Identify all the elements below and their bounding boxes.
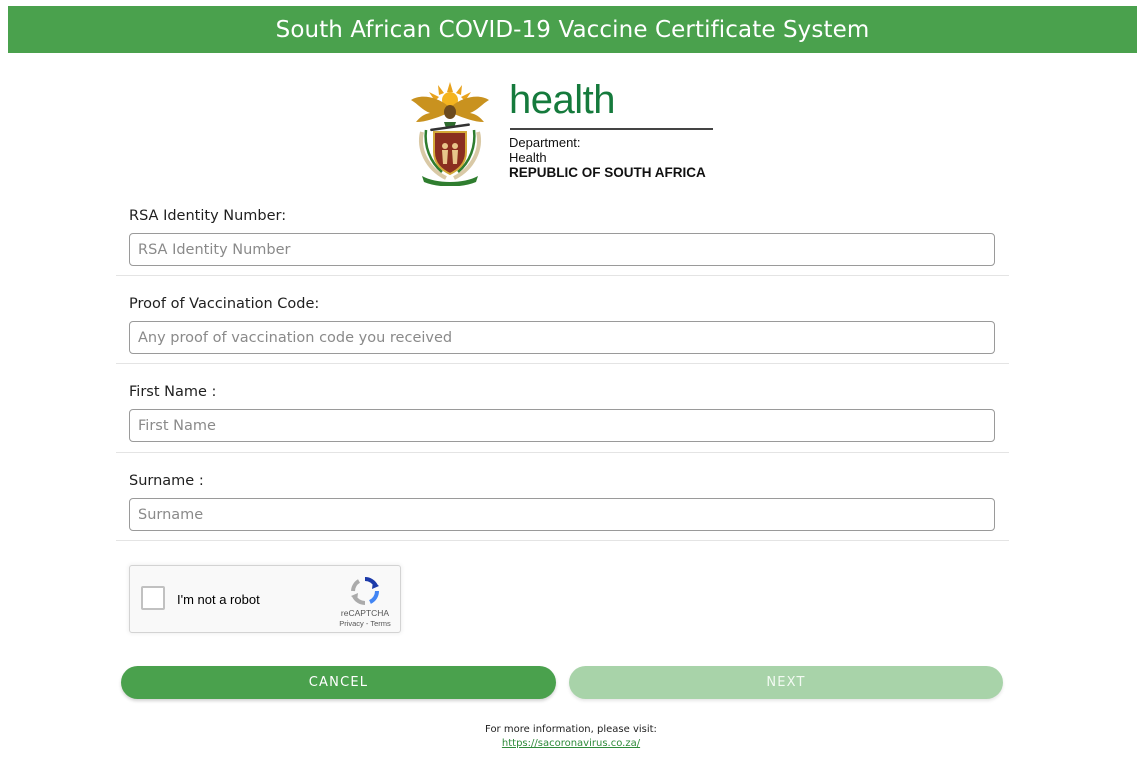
logo-line-republic: REPUBLIC OF SOUTH AFRICA	[509, 165, 706, 180]
recaptcha-icon	[351, 576, 380, 606]
form-divider	[116, 540, 1009, 541]
department-logo: health Department: Health REPUBLIC OF SO…	[408, 78, 718, 188]
first-name-label: First Name :	[129, 384, 217, 400]
surname-input[interactable]	[129, 498, 995, 531]
next-button[interactable]: NEXT	[569, 666, 1003, 699]
logo-divider	[510, 128, 713, 130]
form-divider	[116, 363, 1009, 364]
cancel-button[interactable]: CANCEL	[121, 666, 556, 699]
footer-link-wrap: https://sacoronavirus.co.za/	[0, 738, 1142, 749]
footer-link[interactable]: https://sacoronavirus.co.za/	[502, 738, 640, 749]
proof-code-label: Proof of Vaccination Code:	[129, 296, 320, 312]
id-number-input[interactable]	[129, 233, 995, 266]
form-divider	[116, 452, 1009, 453]
logo-line-health: Health	[509, 150, 547, 165]
footer-info-text: For more information, please visit:	[485, 724, 657, 735]
recaptcha-widget: I'm not a robot reCAPTCHA Privacy - Term…	[129, 565, 401, 633]
logo-health-word: health	[509, 78, 615, 122]
recaptcha-label: I'm not a robot	[177, 592, 260, 607]
id-number-label: RSA Identity Number:	[129, 208, 287, 224]
recaptcha-brand: reCAPTCHA	[340, 608, 390, 618]
form-divider	[116, 275, 1009, 276]
page-title: South African COVID-19 Vaccine Certifica…	[275, 16, 870, 43]
coat-of-arms-icon	[411, 82, 489, 186]
surname-label: Surname :	[129, 473, 204, 489]
header-bar: South African COVID-19 Vaccine Certifica…	[8, 6, 1137, 53]
recaptcha-checkbox[interactable]	[141, 586, 165, 610]
first-name-input[interactable]	[129, 409, 995, 442]
proof-code-input[interactable]	[129, 321, 995, 354]
logo-line-department: Department:	[509, 135, 581, 150]
recaptcha-links[interactable]: Privacy - Terms	[332, 619, 398, 628]
